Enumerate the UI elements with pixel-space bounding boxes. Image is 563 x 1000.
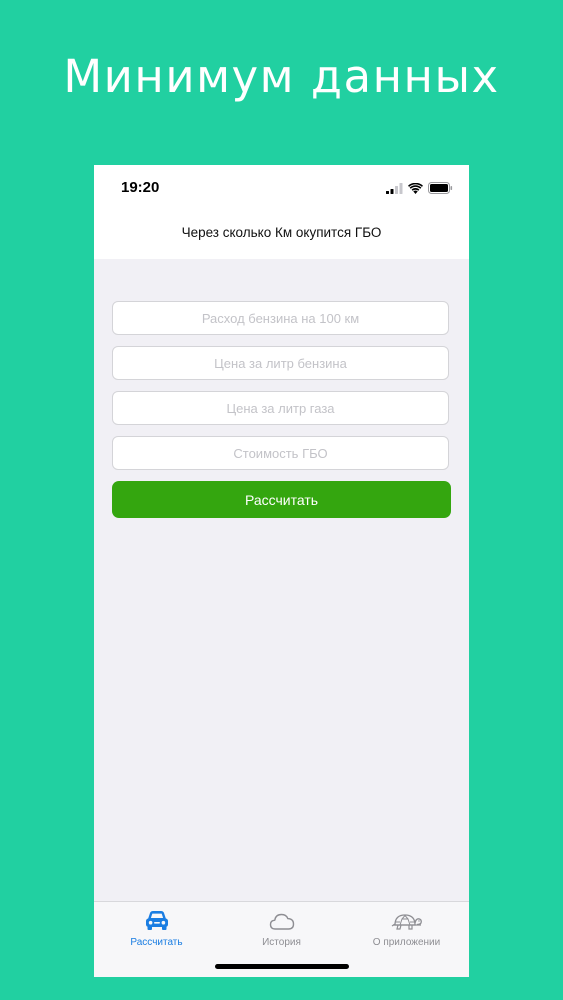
calculate-button[interactable]: Рассчитать bbox=[112, 481, 451, 518]
navigation-bar: Через сколько Км окупится ГБО bbox=[94, 209, 469, 259]
tab-history-label: История bbox=[262, 937, 301, 948]
status-icons bbox=[386, 182, 453, 194]
tab-calculate[interactable]: Рассчитать bbox=[94, 909, 219, 954]
tab-history[interactable]: История bbox=[219, 909, 344, 954]
promo-headline: Минимум данных bbox=[63, 50, 500, 103]
gas-price-input[interactable] bbox=[112, 391, 449, 425]
wifi-icon bbox=[408, 182, 423, 194]
car-icon bbox=[145, 911, 168, 930]
tab-about[interactable]: О приложении bbox=[344, 909, 469, 954]
home-indicator bbox=[215, 964, 349, 969]
page-title: Через сколько Км окупится ГБО bbox=[181, 224, 382, 240]
tab-about-label: О приложении bbox=[372, 937, 441, 948]
cloud-icon bbox=[269, 913, 294, 930]
lpg-cost-input[interactable] bbox=[112, 436, 449, 470]
phone-screen: 19:20 Через сколько Км окупится ГБО Расх… bbox=[94, 165, 469, 977]
turtle-icon bbox=[391, 914, 422, 930]
petrol-consumption-input[interactable] bbox=[112, 301, 449, 335]
status-bar: 19:20 bbox=[94, 165, 469, 209]
petrol-price-input[interactable] bbox=[112, 346, 449, 380]
status-time: 19:20 bbox=[121, 179, 160, 196]
cellular-signal-icon bbox=[386, 182, 403, 194]
battery-icon bbox=[428, 182, 453, 194]
tab-calculate-label: Рассчитать bbox=[130, 937, 183, 948]
